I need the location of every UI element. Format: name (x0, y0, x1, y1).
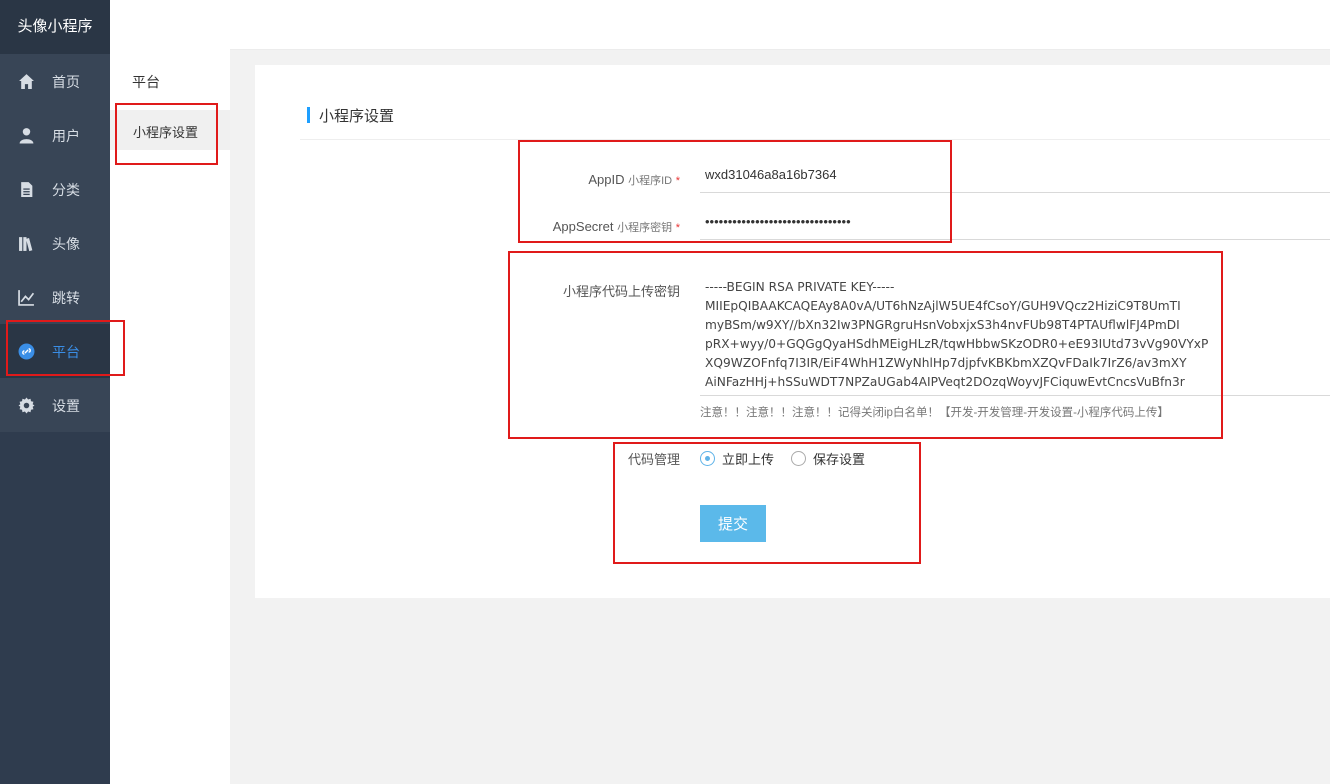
section-title: 小程序设置 (307, 105, 394, 126)
nav-label-avatar: 头像 (52, 236, 80, 252)
nav-label-users: 用户 (52, 128, 80, 144)
nav-item-settings[interactable]: 设置 (0, 378, 110, 432)
submenu-title: 平台 (132, 74, 160, 90)
app-title: 头像小程序 (0, 0, 110, 54)
annotation-box (518, 140, 952, 243)
nav-item-category[interactable]: 分类 (0, 162, 110, 216)
annotation-box (508, 251, 1223, 439)
books-icon (19, 237, 33, 252)
nav-label-home: 首页 (52, 74, 80, 90)
sidebar: 头像小程序 首页 用户 分类 头像 跳转 平台 设置 (0, 0, 110, 784)
user-icon (19, 128, 34, 144)
nav-label-settings: 设置 (52, 398, 80, 414)
home-icon (19, 74, 34, 89)
nav-label-category: 分类 (52, 182, 80, 198)
gear-icon (18, 397, 35, 414)
annotation-box (115, 103, 218, 165)
nav-item-home[interactable]: 首页 (0, 54, 110, 108)
nav-item-redirect[interactable]: 跳转 (0, 270, 110, 324)
annotation-box (613, 442, 921, 564)
annotation-box (6, 320, 125, 376)
nav-item-avatar[interactable]: 头像 (0, 216, 110, 270)
nav-item-users[interactable]: 用户 (0, 108, 110, 162)
nav-label-redirect: 跳转 (52, 290, 80, 306)
document-icon (21, 182, 33, 197)
top-header (110, 0, 1330, 50)
chart-line-icon (18, 290, 35, 306)
